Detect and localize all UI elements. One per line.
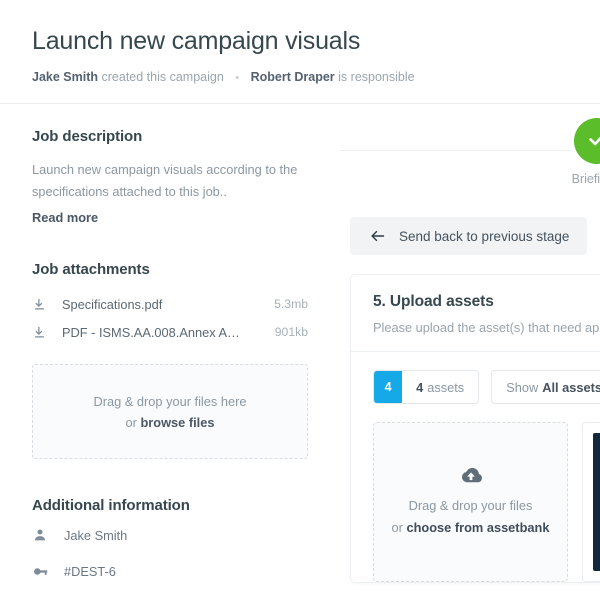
dropzone-line2: or browse files	[126, 412, 215, 433]
upload-card-title: 5. Upload assets	[373, 293, 494, 311]
upload-card-subtitle: Please upload the asset(s) that need ap	[373, 320, 600, 336]
show-label: Show	[506, 379, 539, 395]
responsible-text: is responsible	[338, 70, 415, 84]
stage-status-badge[interactable]	[574, 118, 600, 165]
read-more-link[interactable]: Read more	[32, 210, 308, 225]
created-text: created this campaign	[101, 70, 224, 84]
page-body: Job description Launch new campaign visu…	[0, 104, 600, 598]
job-description-text: Launch new campaign visuals according to…	[32, 162, 298, 200]
right-panel: Briefing Send back to previous stage 5. …	[340, 104, 600, 598]
show-all-assets-button[interactable]: Show All assets	[491, 370, 600, 405]
browse-files-link[interactable]: browse files	[140, 415, 214, 430]
asset-count-badge: 4	[374, 371, 403, 404]
attachment-name: Specifications.pdf	[62, 296, 163, 312]
list-item[interactable]: PDF - ISMS.AA.008.Annex A… 901kb	[32, 318, 308, 346]
campaign-job-page: Launch new campaign visuals Jake Smith c…	[0, 0, 600, 600]
cloud-upload-icon	[458, 466, 484, 486]
upload-card-body: 4 4 assets Show All assets Drag & drop y…	[351, 352, 600, 583]
arrow-left-icon	[368, 228, 387, 244]
list-item: #DEST-6	[32, 556, 308, 586]
upload-assets-card: 5. Upload assets Please upload the asset…	[350, 274, 600, 584]
info-value: Jake Smith	[64, 527, 128, 543]
attachment-name: PDF - ISMS.AA.008.Annex A…	[62, 324, 240, 340]
check-icon	[586, 128, 600, 155]
asset-thumbnail	[593, 433, 600, 572]
person-icon	[32, 527, 64, 543]
info-value: #DEST-6	[64, 563, 116, 579]
stage-divider	[340, 150, 600, 152]
asset-count-pill[interactable]: 4 4 assets	[373, 370, 480, 405]
attachment-size: 901kb	[274, 325, 308, 340]
asset-dropzone-or: or	[391, 519, 407, 535]
left-dropzone[interactable]: Drag & drop your files here or browse fi…	[32, 364, 308, 460]
page-header: Launch new campaign visuals Jake Smith c…	[0, 0, 600, 105]
page-title: Launch new campaign visuals	[32, 27, 361, 55]
list-item: Jake Smith	[32, 520, 308, 550]
asset-count-number: 4	[416, 379, 424, 395]
download-icon	[32, 297, 62, 312]
asset-dropzone-line2: or choose from assetbank	[392, 517, 550, 539]
download-icon	[32, 325, 62, 340]
left-panel: Job description Launch new campaign visu…	[0, 104, 340, 598]
asset-tiles: Drag & drop your files or choose from as…	[373, 422, 600, 583]
asset-count-label: 4 assets	[402, 371, 478, 403]
assets-toolbar: 4 4 assets Show All assets	[373, 370, 600, 405]
additional-information-title: Additional information	[32, 497, 190, 515]
stage-label: Briefing	[571, 172, 600, 187]
job-description-title: Job description	[32, 128, 143, 146]
responsible-name: Robert Draper	[250, 70, 335, 84]
list-item[interactable]: Specifications.pdf 5.3mb	[32, 290, 308, 318]
send-back-label: Send back to previous stage	[399, 228, 570, 244]
show-label-strong: All assets	[542, 379, 600, 395]
attachment-size: 5.3mb	[274, 297, 308, 312]
page-subtitle: Jake Smith created this campaign • Rober…	[32, 69, 568, 85]
asset-count-word: assets	[427, 379, 465, 395]
choose-from-assetbank-link[interactable]: choose from assetbank	[406, 520, 549, 535]
upload-card-header: 5. Upload assets Please upload the asset…	[351, 275, 600, 353]
asset-dropzone[interactable]: Drag & drop your files or choose from as…	[373, 422, 568, 583]
key-icon	[32, 563, 64, 580]
dropzone-or: or	[125, 414, 141, 430]
job-attachments-list: Specifications.pdf 5.3mb PDF - ISMS.AA.0…	[32, 290, 308, 346]
job-attachments-title: Job attachments	[32, 261, 150, 279]
send-back-button[interactable]: Send back to previous stage	[350, 217, 588, 256]
asset-tile[interactable]	[582, 422, 600, 583]
asset-dropzone-line1: Drag & drop your files	[408, 498, 533, 513]
creator-name: Jake Smith	[32, 70, 99, 84]
dropzone-line1: Drag & drop your files here	[93, 393, 247, 409]
subtitle-separator: •	[235, 71, 240, 84]
